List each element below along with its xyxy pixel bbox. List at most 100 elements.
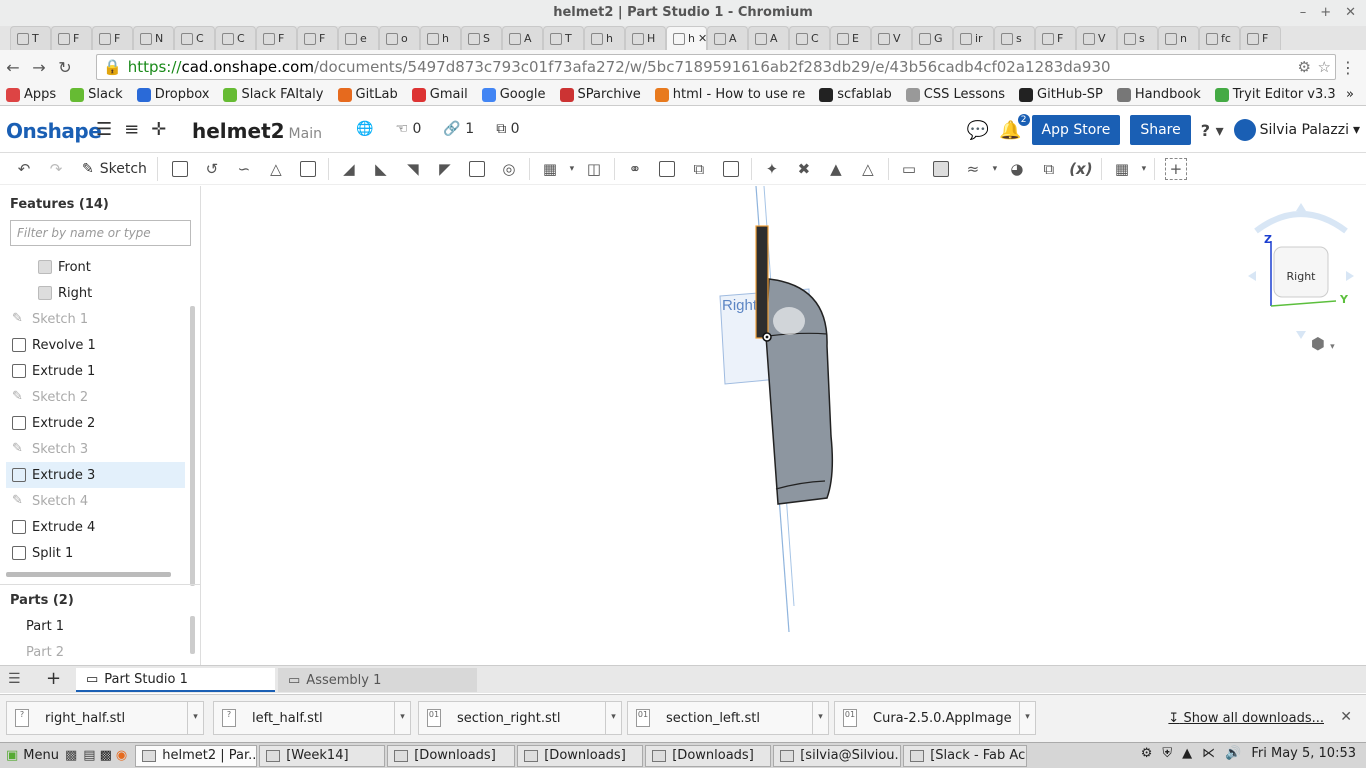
app-store-button[interactable]: App Store (1031, 115, 1121, 145)
custom-feature-icon[interactable]: ▦ (1106, 155, 1138, 183)
plane-icon[interactable]: ▭ (893, 155, 925, 183)
bookmark-item[interactable]: CSS Lessons (905, 87, 1005, 102)
browser-tab[interactable]: A (502, 26, 543, 50)
fillet-icon[interactable]: ◢ (333, 155, 365, 183)
chamfer-icon[interactable]: ◣ (365, 155, 397, 183)
feature-list-icon[interactable]: ≡ (124, 119, 139, 140)
hole-icon[interactable]: ◎ (493, 155, 525, 183)
delete-part-icon[interactable] (715, 155, 747, 183)
browser-tab[interactable]: C (174, 26, 215, 50)
browser-tab[interactable]: h (584, 26, 625, 50)
browser-tab[interactable]: H (625, 26, 666, 50)
taskbar-window-button[interactable]: [Slack - Fab Ac... (903, 744, 1028, 767)
likes-count-group[interactable]: ☜ 0 (395, 121, 421, 137)
sketch-button[interactable]: ✎ Sketch (72, 156, 158, 181)
browser-tab[interactable]: ir (953, 26, 994, 50)
boolean-icon[interactable]: ⚭ (619, 155, 651, 183)
star-icon[interactable]: ☆ (1318, 58, 1331, 76)
browser-tab[interactable]: F (297, 26, 338, 50)
browser-tab[interactable]: n (1158, 26, 1199, 50)
download-item[interactable]: 01 section_left.stl ▾ (627, 701, 829, 735)
reload-icon[interactable]: ↻ (52, 58, 78, 77)
browser-tab[interactable]: F (1035, 26, 1076, 50)
browser-menu-icon[interactable]: ⋮ (1340, 58, 1356, 77)
browser-tab[interactable]: E (830, 26, 871, 50)
start-menu-button[interactable]: ▣ Menu (0, 748, 65, 763)
download-item[interactable]: ? right_half.stl ▾ (6, 701, 204, 735)
browser-tab[interactable]: F (51, 26, 92, 50)
volume-icon[interactable]: 🔊 (1225, 746, 1241, 761)
split-icon[interactable] (651, 155, 683, 183)
show-desktop-icon[interactable]: ▩ (65, 748, 77, 763)
extrude-3-highlight[interactable] (755, 225, 769, 339)
onshape-logo[interactable]: Onshape (6, 119, 102, 143)
feature-item[interactable]: Right (6, 280, 185, 306)
feature-item[interactable]: Extrude 4 (6, 514, 185, 540)
feature-item[interactable]: Front (6, 254, 185, 280)
bluetooth-icon[interactable]: ⋉ (1202, 746, 1215, 761)
key-icon[interactable]: ⚙ (1298, 58, 1311, 76)
feature-item[interactable]: ✎ Sketch 2 (6, 384, 185, 410)
bookmark-item[interactable]: GitLab (337, 87, 398, 102)
loft-icon[interactable]: △ (260, 155, 292, 183)
forward-icon[interactable]: → (26, 58, 52, 77)
part-item[interactable]: Part 1 (26, 619, 64, 634)
pattern-dropdown-icon[interactable]: ▾ (566, 155, 578, 183)
close-window-button[interactable]: ✕ (1345, 0, 1356, 26)
browser-tab[interactable]: F (256, 26, 297, 50)
browser-tab[interactable]: F (1240, 26, 1281, 50)
bookmark-item[interactable]: Dropbox (136, 87, 209, 102)
rib-icon[interactable]: ◤ (429, 155, 461, 183)
add-tab-icon[interactable]: + (46, 668, 61, 689)
bookmark-item[interactable]: GitHub-SP (1019, 87, 1103, 102)
show-all-downloads-link[interactable]: ↧ Show all downloads... (1168, 711, 1324, 726)
model-canvas[interactable]: Right (201, 186, 1366, 665)
branch-name[interactable]: Main (289, 126, 322, 142)
custom-feature-dropdown-icon[interactable]: ▾ (1138, 155, 1150, 183)
terminal-launcher-icon[interactable]: ▩ (100, 748, 112, 763)
graphics-viewport[interactable]: Right Right Z Y ⬢ ▾ (201, 186, 1366, 665)
browser-tab[interactable]: G (912, 26, 953, 50)
browser-tab[interactable]: C (215, 26, 256, 50)
transform-icon[interactable]: ⧉ (683, 155, 715, 183)
shield-icon[interactable]: ⛨ (1162, 746, 1172, 761)
feature-item[interactable]: Extrude 3 (6, 462, 185, 488)
maximize-button[interactable]: + (1320, 0, 1331, 26)
feature-item[interactable]: Split 1 (6, 540, 185, 566)
delete-face-icon[interactable]: ✖ (788, 155, 820, 183)
derived-icon[interactable]: ⧉ (1033, 155, 1065, 183)
view-down-arrow-icon[interactable] (1296, 331, 1306, 339)
feature-item[interactable]: ✎ Sketch 1 (6, 306, 185, 332)
share-button[interactable]: Share (1130, 115, 1191, 145)
bookmark-item[interactable]: html - How to use re (654, 87, 805, 102)
close-tab-icon[interactable]: ✕ (698, 32, 706, 45)
user-menu[interactable]: Silvia Palazzi ▾ (1233, 119, 1360, 141)
help-menu[interactable]: ? ▾ (1201, 121, 1224, 140)
replace-face-icon[interactable]: △ (852, 155, 884, 183)
view-right-arrow-icon[interactable] (1346, 271, 1354, 281)
part-item[interactable]: Part 2 (26, 645, 64, 660)
sweep-icon[interactable]: ∽ (228, 155, 260, 183)
browser-tab[interactable]: s (994, 26, 1035, 50)
taskbar-window-button[interactable]: helmet2 | Par... (135, 744, 258, 767)
download-options-icon[interactable]: ▾ (605, 702, 621, 734)
feature-item[interactable]: Extrude 2 (6, 410, 185, 436)
download-options-icon[interactable]: ▾ (1019, 702, 1035, 734)
insert-icon[interactable]: ✛ (151, 119, 166, 140)
pattern-icon[interactable]: ▦ (534, 155, 566, 183)
feature-list-scrollbar[interactable] (190, 306, 195, 586)
files-launcher-icon[interactable]: ▤ (83, 748, 95, 763)
render-mode-icon[interactable]: ⬢ ▾ (1311, 334, 1335, 353)
parts-scrollbar[interactable] (190, 616, 195, 654)
thicken-icon[interactable] (292, 155, 324, 183)
download-item[interactable]: 01 Cura-2.5.0.AppImage ▾ (834, 701, 1036, 735)
feature-item[interactable]: ✎ Sketch 4 (6, 488, 185, 514)
taskbar-window-button[interactable]: [Downloads] (387, 744, 516, 767)
browser-tab[interactable]: A (748, 26, 789, 50)
feature-item[interactable]: ✎ Sketch 3 (6, 436, 185, 462)
modify-fillet-icon[interactable]: ✦ (756, 155, 788, 183)
view-cube-rotate-arc[interactable] (1254, 211, 1348, 234)
measure-icon[interactable]: ◕ (1001, 155, 1033, 183)
download-options-icon[interactable]: ▾ (812, 702, 828, 734)
browser-tab[interactable]: A (707, 26, 748, 50)
